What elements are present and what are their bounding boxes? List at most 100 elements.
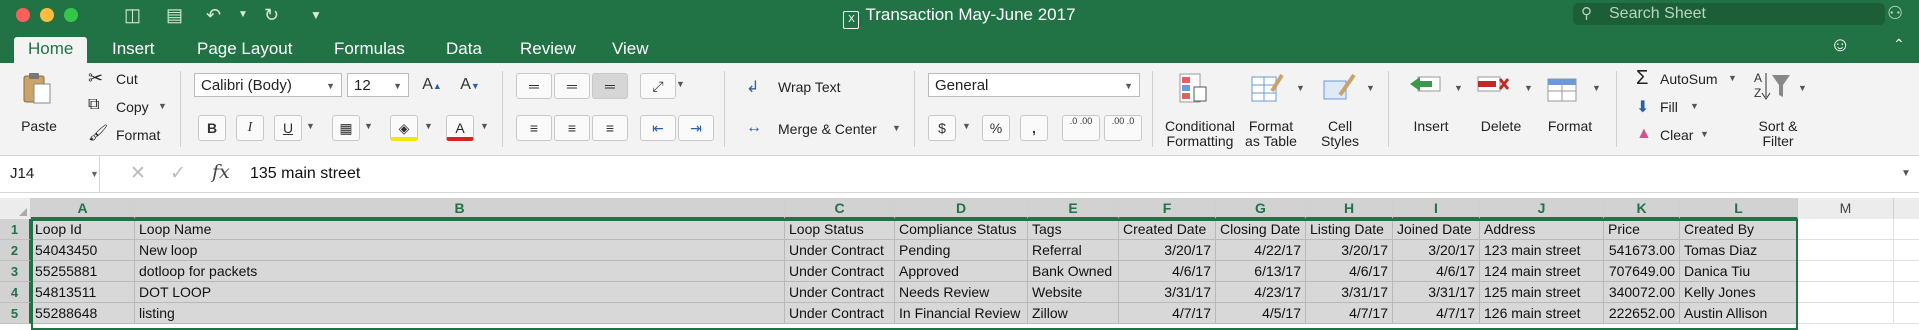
table-cell[interactable]: Under Contract — [785, 261, 895, 282]
font-name-select[interactable]: Calibri (Body) ▼ — [194, 73, 342, 97]
increase-font-size-button[interactable]: A▲ — [417, 73, 447, 97]
number-format-select[interactable]: General ▼ — [928, 73, 1140, 97]
sort-filter-label-2[interactable]: Filter — [1744, 134, 1812, 149]
table-cell[interactable]: Zillow — [1028, 303, 1119, 324]
row-header[interactable]: 3 — [0, 261, 31, 282]
table-cell[interactable]: 3/20/17 — [1306, 240, 1393, 261]
table-cell[interactable] — [1798, 303, 1894, 324]
header-cell[interactable]: Address — [1480, 219, 1604, 240]
currency-dropdown-icon[interactable]: ▼ — [962, 121, 971, 131]
feedback-smiley-icon[interactable]: ☺ — [1830, 34, 1850, 57]
table-cell[interactable]: 4/23/17 — [1216, 282, 1306, 303]
insert-dropdown-icon[interactable]: ▼ — [1454, 83, 1463, 93]
paste-label[interactable]: Paste — [14, 119, 64, 134]
copy-dropdown-icon[interactable]: ▼ — [158, 101, 167, 111]
column-header-f[interactable]: F — [1119, 198, 1216, 219]
conditional-formatting-icon[interactable] — [1176, 71, 1210, 105]
table-cell[interactable]: listing — [135, 303, 785, 324]
paste-icon[interactable] — [20, 71, 54, 105]
fill-color-icon[interactable]: ◈ — [390, 115, 418, 141]
table-cell[interactable]: Austin Allison — [1680, 303, 1798, 324]
orientation-icon[interactable]: ⤢ — [640, 73, 676, 99]
fill-down-icon[interactable]: ⬇ — [1636, 97, 1649, 117]
table-cell[interactable]: New loop — [135, 240, 785, 261]
table-cell[interactable]: Approved — [895, 261, 1028, 282]
decrease-decimal-button[interactable]: .00 .0 — [1104, 115, 1142, 141]
comma-button[interactable]: , — [1020, 115, 1048, 141]
table-cell[interactable]: 4/5/17 — [1216, 303, 1306, 324]
format-painter-button[interactable]: Format — [116, 127, 160, 143]
row-header[interactable]: 5 — [0, 303, 31, 324]
name-box[interactable]: J14 — [0, 156, 100, 192]
align-bottom-icon[interactable]: ═ — [592, 73, 628, 99]
table-cell[interactable]: Referral — [1028, 240, 1119, 261]
table-cell[interactable]: 6/13/17 — [1216, 261, 1306, 282]
decrease-font-size-button[interactable]: A▼ — [455, 73, 485, 97]
cell-styles-icon[interactable] — [1322, 71, 1356, 105]
underline-button[interactable]: U — [274, 115, 302, 141]
tab-page-layout[interactable]: Page Layout — [197, 37, 292, 63]
font-color-dropdown-icon[interactable]: ▼ — [480, 121, 489, 131]
font-color-icon[interactable]: A — [446, 115, 474, 141]
row-header[interactable]: 1 — [0, 219, 31, 240]
table-cell[interactable] — [1798, 282, 1894, 303]
align-top-icon[interactable]: ═ — [516, 73, 552, 99]
tab-view[interactable]: View — [612, 37, 649, 63]
name-box-dropdown-icon[interactable]: ▼ — [90, 169, 99, 179]
fill-dropdown-icon[interactable]: ▼ — [1690, 101, 1699, 111]
sort-filter-dropdown-icon[interactable]: ▼ — [1798, 83, 1807, 93]
table-cell[interactable] — [1894, 261, 1919, 282]
header-cell[interactable]: Joined Date — [1393, 219, 1480, 240]
column-header-g[interactable]: G — [1216, 198, 1306, 219]
column-header-j[interactable]: J — [1480, 198, 1604, 219]
table-cell[interactable]: 222652.00 — [1604, 303, 1680, 324]
header-cell[interactable]: Tags — [1028, 219, 1119, 240]
conditional-formatting-label-1[interactable]: Conditional — [1160, 119, 1240, 134]
decrease-indent-icon[interactable]: ⇤ — [640, 115, 676, 141]
copy-icon[interactable]: ⧉ — [88, 96, 99, 114]
table-cell[interactable]: Needs Review — [895, 282, 1028, 303]
column-header-h[interactable]: H — [1306, 198, 1393, 219]
borders-dropdown-icon[interactable]: ▼ — [364, 121, 373, 131]
merge-center-icon[interactable]: ↔ — [746, 119, 762, 137]
autosum-icon[interactable]: Σ — [1636, 67, 1648, 90]
formula-input[interactable]: 135 main street — [250, 156, 360, 192]
search-sheet-input[interactable]: ⚲ Search Sheet — [1573, 3, 1885, 25]
row-header[interactable]: 4 — [0, 282, 31, 303]
header-cell[interactable]: Closing Date — [1216, 219, 1306, 240]
table-cell[interactable] — [1798, 261, 1894, 282]
table-cell[interactable]: Website — [1028, 282, 1119, 303]
bold-button[interactable]: B — [198, 115, 226, 141]
font-size-select[interactable]: 12 ▼ — [347, 73, 409, 97]
header-cell[interactable]: Loop Name — [135, 219, 785, 240]
table-cell[interactable]: 54813511 — [31, 282, 135, 303]
tab-home[interactable]: Home — [14, 37, 88, 63]
tab-review[interactable]: Review — [520, 37, 576, 63]
column-header-e[interactable]: E — [1028, 198, 1119, 219]
column-header-i[interactable]: I — [1393, 198, 1480, 219]
table-cell[interactable] — [1894, 303, 1919, 324]
worksheet-grid[interactable]: ABCDEFGHIJKLMN 1Loop IdLoop NameLoop Stat… — [0, 198, 1919, 330]
table-cell[interactable]: 4/7/17 — [1119, 303, 1216, 324]
table-cell[interactable]: Bank Owned — [1028, 261, 1119, 282]
format-as-table-icon[interactable] — [1250, 71, 1284, 105]
align-center-icon[interactable]: ≡ — [554, 115, 590, 141]
insert-cells-label[interactable]: Insert — [1400, 119, 1462, 134]
column-header-b[interactable]: B — [135, 198, 785, 219]
borders-icon[interactable]: ▦ — [332, 115, 360, 141]
table-cell[interactable]: Danica Tiu — [1680, 261, 1798, 282]
format-painter-icon[interactable]: 🖌 — [88, 123, 108, 143]
cell-styles-label-2[interactable]: Styles — [1312, 134, 1368, 149]
table-cell[interactable]: 3/20/17 — [1393, 240, 1480, 261]
table-cell[interactable]: 707649.00 — [1604, 261, 1680, 282]
align-left-icon[interactable]: ≡ — [516, 115, 552, 141]
conditional-formatting-label-2[interactable]: Formatting — [1160, 134, 1240, 149]
header-cell[interactable]: Price — [1604, 219, 1680, 240]
table-cell[interactable]: dotloop for packets — [135, 261, 785, 282]
cell-styles-label-1[interactable]: Cell — [1312, 119, 1368, 134]
table-cell[interactable]: 340072.00 — [1604, 282, 1680, 303]
format-as-table-dropdown-icon[interactable]: ▼ — [1296, 83, 1305, 93]
tab-formulas[interactable]: Formulas — [334, 37, 405, 63]
table-cell[interactable]: Tomas Diaz — [1680, 240, 1798, 261]
insert-function-icon[interactable]: fx — [212, 161, 230, 183]
